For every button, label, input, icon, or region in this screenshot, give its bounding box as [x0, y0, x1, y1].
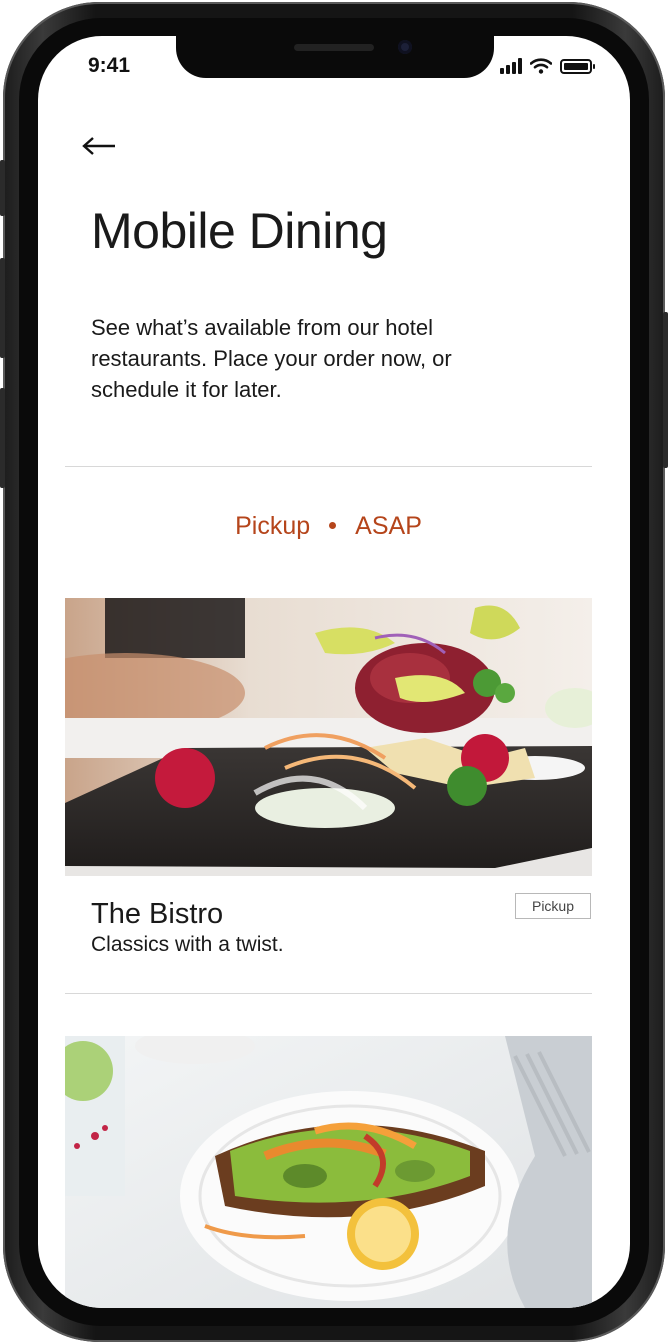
- battery-icon: [560, 59, 595, 74]
- volume-down-button: [0, 388, 5, 488]
- volume-up-button: [0, 258, 5, 358]
- restaurant-card-image[interactable]: [65, 598, 592, 876]
- page-title: Mobile Dining: [91, 203, 388, 259]
- restaurant-name[interactable]: The Bistro: [91, 898, 223, 931]
- food-photo-toast: [65, 1036, 592, 1308]
- order-mode-selector: Pickup ASAP: [65, 512, 592, 541]
- wifi-icon: [530, 58, 552, 74]
- divider: [65, 466, 592, 467]
- back-button[interactable]: [82, 132, 118, 160]
- status-time: 9:41: [88, 54, 131, 77]
- cellular-signal-icon: [500, 58, 522, 74]
- restaurant-card-image[interactable]: [65, 1036, 592, 1308]
- restaurant-tagline: Classics with a twist.: [91, 933, 284, 956]
- mute-switch: [0, 160, 5, 216]
- status-icons: [500, 56, 595, 74]
- notch: [176, 36, 494, 78]
- page-description: See what’s available from our hotel rest…: [91, 315, 452, 402]
- front-camera: [398, 40, 412, 54]
- phone-screen: 9:41 Mobile Dining See what’s available …: [38, 36, 630, 1308]
- pickup-option-link[interactable]: Pickup: [235, 512, 310, 540]
- food-photo-bistro: [65, 598, 592, 876]
- power-button: [663, 312, 668, 468]
- divider: [65, 993, 592, 994]
- separator-dot: [329, 521, 337, 529]
- timing-option-link[interactable]: ASAP: [355, 512, 422, 540]
- speaker-grille: [294, 44, 374, 51]
- arrow-left-icon: [82, 137, 115, 155]
- service-type-badge: Pickup: [515, 893, 591, 919]
